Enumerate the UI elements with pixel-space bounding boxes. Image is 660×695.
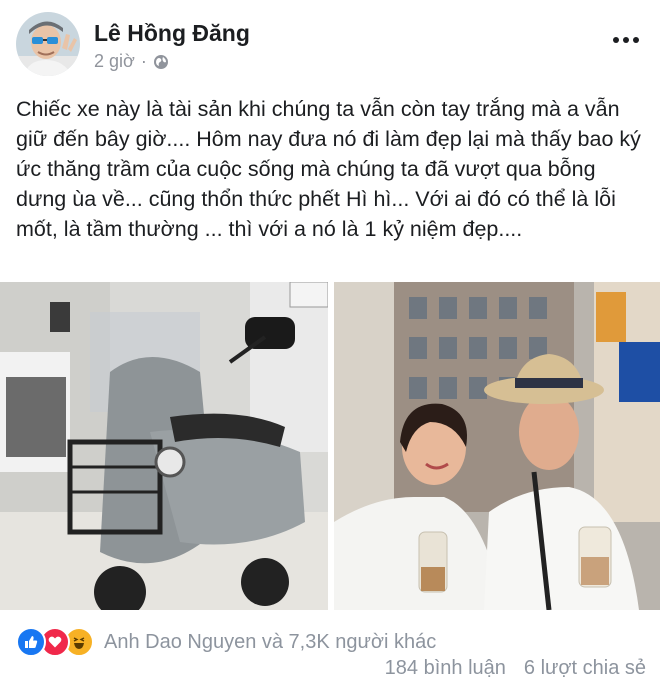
- photo-couple[interactable]: [334, 282, 660, 610]
- more-options-icon[interactable]: [606, 24, 646, 56]
- post-meta: 2 giờ ·: [94, 51, 169, 72]
- engagement-counts: 184 bình luận 6 lượt chia sẻ: [385, 657, 646, 680]
- reactions-text: Anh Dao Nguyen và 7,3K người khác: [104, 630, 437, 653]
- comments-count[interactable]: 184 bình luận: [385, 657, 506, 680]
- post-header: Lê Hồng Đăng 2 giờ ·: [0, 0, 660, 90]
- meta-separator: ·: [140, 51, 147, 71]
- shares-count[interactable]: 6 lượt chia sẻ: [524, 657, 646, 680]
- post-body-text: Chiếc xe này là tài sản khi chúng ta vẫn…: [16, 97, 641, 241]
- globe-icon: [153, 54, 169, 70]
- author-avatar[interactable]: [16, 12, 80, 76]
- reaction-icons: [16, 627, 94, 657]
- photo-scooter[interactable]: [0, 282, 328, 610]
- post-time[interactable]: 2 giờ: [94, 51, 135, 72]
- like-icon: [16, 627, 46, 657]
- author-name[interactable]: Lê Hồng Đăng: [94, 20, 250, 47]
- reactions-summary[interactable]: Anh Dao Nguyen và 7,3K người khác: [16, 626, 436, 658]
